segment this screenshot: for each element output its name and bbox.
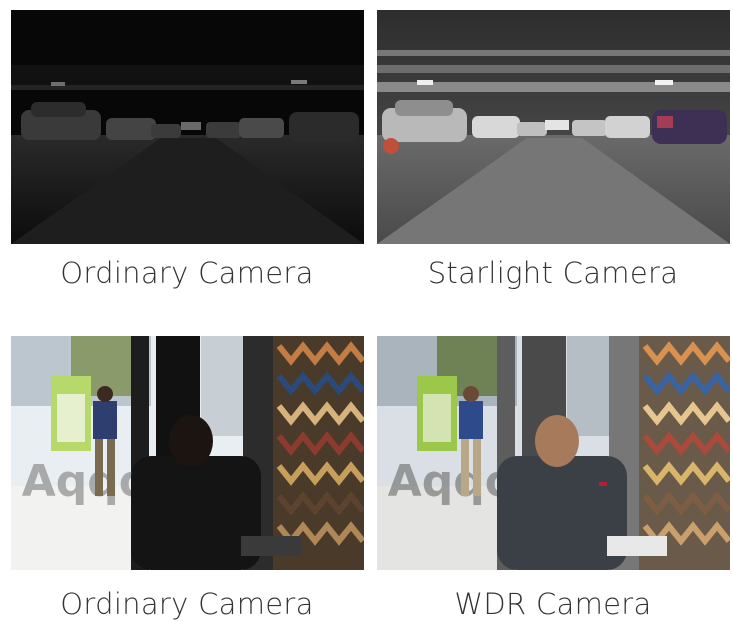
caption-wdr-camera: WDR Camera: [454, 587, 652, 621]
caption-starlight-camera: Starlight Camera: [427, 256, 679, 290]
svg-text:oppA: oppA: [22, 456, 149, 507]
caption-ordinary-camera-top: Ordinary Camera: [60, 256, 314, 290]
caption-ordinary-camera-bottom: Ordinary Camera: [60, 587, 314, 621]
svg-text:oppA: oppA: [388, 456, 515, 507]
ordinary-camera-garage-photo: [11, 10, 364, 244]
ordinary-camera-window-photo: oppA: [11, 336, 364, 570]
starlight-camera-garage-photo: [377, 10, 730, 244]
wdr-camera-window-photo: oppA: [377, 336, 730, 570]
